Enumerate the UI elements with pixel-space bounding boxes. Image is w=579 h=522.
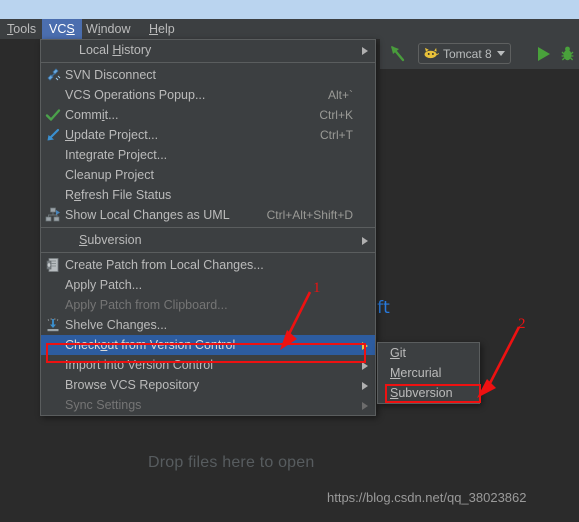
menu-item-label: Subversion — [79, 233, 142, 247]
submenu-item-label: Subversion — [390, 386, 453, 400]
chevron-down-icon — [496, 51, 505, 56]
create-patch-icon — [45, 257, 61, 273]
submenu-arrow-icon — [362, 237, 368, 245]
menubar-item-vcs[interactable]: VCS — [42, 19, 82, 39]
checkout-submenu[interactable]: Git Mercurial Subversion — [377, 342, 480, 404]
window-title-strip — [0, 0, 579, 19]
menu-item-apply-patch-from-clipboard: Apply Patch from Clipboard... — [41, 295, 375, 315]
menu-item-commit[interactable]: Commit... Ctrl+K — [41, 105, 375, 125]
menu-item-label: Update Project... — [65, 128, 159, 142]
submenu-item-label: Git — [390, 346, 406, 360]
menu-item-import-into-version-control[interactable]: Import into Version Control — [41, 355, 375, 375]
menu-item-sync-settings: Sync Settings — [41, 395, 375, 415]
app-window: hift Drop files here to open Tools VCS W… — [0, 0, 579, 522]
menu-item-label: Create Patch from Local Changes... — [65, 258, 264, 272]
annotation-marker-2: 2 — [518, 316, 526, 332]
watermark-text: https://blog.csdn.net/qq_38023862 — [327, 490, 527, 505]
submenu-item-label: Mercurial — [390, 366, 442, 380]
menu-item-label: Apply Patch... — [65, 278, 143, 292]
menu-item-shelve-changes[interactable]: Shelve Changes... — [41, 315, 375, 335]
menu-item-label: Browse VCS Repository — [65, 378, 200, 392]
menu-item-label: Integrate Project... — [65, 148, 168, 162]
submenu-arrow-icon — [362, 342, 368, 350]
menu-item-label: Checkout from Version Control — [65, 338, 236, 352]
menu-item-create-patch-from-local-changes[interactable]: Create Patch from Local Changes... — [41, 255, 375, 275]
menu-item-browse-vcs-repository[interactable]: Browse VCS Repository — [41, 375, 375, 395]
menu-item-label: Import into Version Control — [65, 358, 213, 372]
tomcat-cat-icon — [424, 47, 439, 59]
submenu-arrow-icon — [362, 47, 368, 55]
menu-item-checkout-from-version-control[interactable]: Checkout from Version Control — [41, 335, 375, 355]
debug-bug-icon[interactable] — [560, 45, 575, 62]
drop-files-hint: Drop files here to open — [148, 454, 315, 471]
menu-item-shortcut: Alt+` — [327, 88, 353, 102]
menu-item-local-history[interactable]: Local History — [41, 40, 375, 60]
menu-item-apply-patch[interactable]: Apply Patch... — [41, 275, 375, 295]
run-play-icon[interactable] — [538, 47, 550, 61]
vcs-dropdown-menu[interactable]: Local History SVN Disconnect VCS Operation… — [40, 39, 376, 416]
menu-item-label: Refresh File Status — [65, 188, 172, 202]
menu-item-svn-disconnect[interactable]: SVN Disconnect — [41, 65, 375, 85]
menu-item-cleanup-project[interactable]: Cleanup Project — [41, 165, 375, 185]
run-toolbar: Tomcat 8 — [380, 39, 579, 69]
run-configuration-label: Tomcat 8 — [443, 46, 492, 61]
menu-item-shortcut: Ctrl+T — [320, 128, 353, 142]
submenu-item-subversion[interactable]: Subversion — [378, 383, 479, 403]
menubar-item-help[interactable]: Help — [142, 19, 182, 39]
submenu-arrow-icon — [362, 402, 368, 410]
menu-item-shortcut: Ctrl+Alt+Shift+D — [266, 208, 353, 222]
update-arrow-icon — [45, 127, 61, 143]
menu-item-refresh-file-status[interactable]: Refresh File Status — [41, 185, 375, 205]
menubar-item-tools[interactable]: Tools — [0, 19, 43, 39]
menu-item-label: Commit... — [65, 108, 119, 122]
menu-item-label: Shelve Changes... — [65, 318, 168, 332]
commit-check-icon — [45, 107, 61, 123]
menu-separator — [41, 252, 375, 253]
menu-item-shortcut: Ctrl+K — [319, 108, 353, 122]
uml-diagram-icon — [45, 207, 61, 223]
menu-item-update-project[interactable]: Update Project... Ctrl+T — [41, 125, 375, 145]
submenu-item-git[interactable]: Git — [378, 343, 479, 363]
menu-item-label: VCS Operations Popup... — [65, 88, 206, 102]
submenu-item-mercurial[interactable]: Mercurial — [378, 363, 479, 383]
menu-item-label: SVN Disconnect — [65, 68, 157, 82]
menu-item-label: Cleanup Project — [65, 168, 154, 182]
submenu-arrow-icon — [362, 362, 368, 370]
annotation-marker-1: 1 — [313, 280, 321, 296]
up-left-arrow-icon[interactable] — [389, 44, 409, 64]
menu-separator — [41, 227, 375, 228]
menu-item-integrate-project[interactable]: Integrate Project... — [41, 145, 375, 165]
menubar-item-window[interactable]: Window — [79, 19, 137, 39]
menu-item-label: Show Local Changes as UML — [65, 208, 230, 222]
menu-separator — [41, 62, 375, 63]
submenu-arrow-icon — [362, 382, 368, 390]
menu-item-vcs-operations-popup[interactable]: VCS Operations Popup... Alt+` — [41, 85, 375, 105]
menu-item-label: Local History — [79, 43, 152, 57]
run-configuration-selector[interactable]: Tomcat 8 — [418, 43, 511, 64]
menu-item-subversion[interactable]: Subversion — [41, 230, 375, 250]
menu-bar: Tools VCS Window Help — [0, 19, 579, 39]
menu-item-label: Sync Settings — [65, 398, 142, 412]
svn-disconnect-icon — [45, 67, 61, 83]
menu-item-show-local-changes-as-uml[interactable]: Show Local Changes as UML Ctrl+Alt+Shift+… — [41, 205, 375, 225]
menu-item-label: Apply Patch from Clipboard... — [65, 298, 228, 312]
shelve-changes-icon — [45, 317, 61, 333]
